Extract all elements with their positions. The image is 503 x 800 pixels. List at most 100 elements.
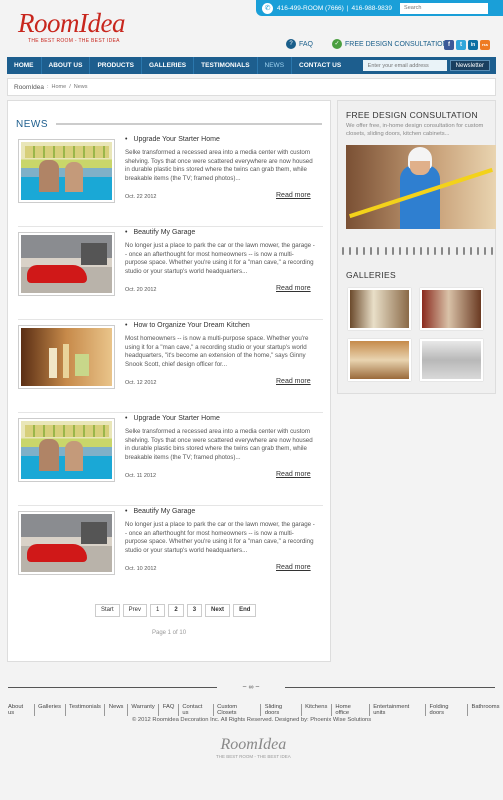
news-excerpt: No longer just a place to park the car o… bbox=[125, 521, 315, 554]
news-title[interactable]: Upgrade Your Starter Home bbox=[125, 415, 219, 422]
news-thumbnail[interactable] bbox=[18, 511, 115, 575]
logo[interactable]: RoomIdea THE BEST ROOM - THE BEST IDEA bbox=[18, 10, 125, 45]
consultation-heading: FREE DESIGN CONSULTATION bbox=[346, 110, 478, 120]
pagination: Start Prev 1 2 3 Next End bbox=[95, 604, 257, 617]
footer-link[interactable]: Bathrooms bbox=[468, 704, 503, 716]
news-item: How to Organize Your Dream Kitchen Most … bbox=[18, 320, 323, 413]
news-date: Oct. 10 2012 bbox=[125, 566, 157, 572]
faq-label: FAQ bbox=[299, 40, 314, 48]
footer-link[interactable]: Contact us bbox=[179, 704, 214, 716]
page-start-button[interactable]: Start bbox=[95, 604, 120, 617]
news-excerpt: Selke transformed a recessed area into a… bbox=[125, 149, 313, 182]
footer-link[interactable]: Sliding doors bbox=[261, 704, 302, 716]
page-prev-button[interactable]: Prev bbox=[122, 604, 148, 617]
ornament-divider: ~ ∞ ~ bbox=[217, 683, 285, 692]
phone-icon: ✆ bbox=[262, 2, 273, 14]
consultation-label: FREE DESIGN CONSULTATION bbox=[345, 40, 448, 48]
read-more-link[interactable]: Read more bbox=[276, 285, 311, 292]
gallery-thumbnail[interactable] bbox=[420, 288, 483, 330]
title-divider bbox=[56, 123, 322, 125]
footer-link[interactable]: Warranty bbox=[128, 704, 160, 716]
top-contact-bar: ✆ 416-499-ROOM (7666) | 416-988-9839 bbox=[256, 0, 503, 16]
news-item: Upgrade Your Starter Home Selke transfor… bbox=[18, 413, 323, 506]
page-end-button[interactable]: End bbox=[233, 604, 257, 617]
news-thumbnail[interactable] bbox=[18, 232, 115, 296]
news-date: Oct. 12 2012 bbox=[125, 380, 157, 386]
newsletter-button[interactable]: Newsletter bbox=[449, 60, 490, 71]
phone-number-2: 416-988-9839 bbox=[351, 4, 393, 12]
page-3-button[interactable]: 3 bbox=[186, 604, 203, 617]
nav-about-us[interactable]: ABOUT US bbox=[42, 57, 91, 74]
news-title[interactable]: Beautify My Garage bbox=[125, 508, 195, 515]
galleries-heading: GALLERIES bbox=[346, 270, 396, 280]
nav-testimonials[interactable]: TESTIMONIALS bbox=[194, 57, 258, 74]
news-item: Beautify My Garage No longer just a plac… bbox=[18, 227, 323, 320]
nav-news[interactable]: NEWS bbox=[258, 57, 293, 74]
nav-galleries[interactable]: GALLERIES bbox=[142, 57, 195, 74]
nav-home[interactable]: HOME bbox=[7, 57, 42, 74]
breadcrumb-current: News bbox=[73, 84, 88, 90]
news-title[interactable]: Upgrade Your Starter Home bbox=[125, 136, 219, 143]
news-title[interactable]: How to Organize Your Dream Kitchen bbox=[125, 322, 249, 329]
footer-link[interactable]: Kitchens bbox=[302, 704, 332, 716]
nav-contact-us[interactable]: CONTACT US bbox=[292, 57, 348, 74]
twitter-icon[interactable]: t bbox=[456, 40, 466, 50]
news-thumbnail[interactable] bbox=[18, 418, 115, 482]
breadcrumb-site[interactable]: RoomIdea bbox=[14, 84, 44, 91]
main-nav: HOME ABOUT US PRODUCTS GALLERIES TESTIMO… bbox=[7, 57, 496, 74]
news-excerpt: Most homeowners -- is now a multi-purpos… bbox=[125, 335, 309, 368]
news-date: Oct. 11 2012 bbox=[125, 473, 157, 479]
facebook-icon[interactable]: f bbox=[444, 40, 454, 50]
breadcrumb-separator: : bbox=[47, 84, 49, 90]
consultation-text: We offer free, in-home design consultati… bbox=[346, 123, 484, 137]
page-next-button[interactable]: Next bbox=[205, 604, 231, 617]
footer-link[interactable]: Galleries bbox=[35, 704, 66, 716]
footer-logo-tagline: THE BEST ROOM - THE BEST IDEA bbox=[216, 754, 291, 759]
footer-link[interactable]: About us bbox=[8, 704, 35, 716]
read-more-link[interactable]: Read more bbox=[276, 564, 311, 571]
footer-link[interactable]: Testimonials bbox=[66, 704, 106, 716]
consultation-link[interactable]: ✓ FREE DESIGN CONSULTATION bbox=[332, 39, 448, 49]
page-info: Page 1 of 10 bbox=[152, 630, 187, 636]
faq-link[interactable]: ? FAQ bbox=[286, 39, 313, 49]
news-date: Oct. 20 2012 bbox=[125, 287, 157, 293]
news-excerpt: No longer just a place to park the car o… bbox=[125, 242, 315, 275]
social-links: f t in rss bbox=[444, 40, 490, 50]
footer-logo-title: RoomIdea bbox=[220, 736, 287, 753]
read-more-link[interactable]: Read more bbox=[276, 378, 311, 385]
news-thumbnail[interactable] bbox=[18, 139, 115, 203]
news-title[interactable]: Beautify My Garage bbox=[125, 229, 195, 236]
footer-link[interactable]: Home office bbox=[332, 704, 370, 716]
read-more-link[interactable]: Read more bbox=[276, 192, 311, 199]
page-title: NEWS bbox=[16, 119, 48, 130]
news-panel: NEWS Upgrade Your Starter Home Selke tra… bbox=[7, 100, 331, 662]
footer-link[interactable]: Custom Closets bbox=[214, 704, 262, 716]
footer-logo[interactable]: RoomIdea THE BEST ROOM - THE BEST IDEA bbox=[216, 736, 291, 759]
gallery-thumbnail[interactable] bbox=[420, 339, 483, 381]
nav-products[interactable]: PRODUCTS bbox=[90, 57, 142, 74]
consultation-image[interactable] bbox=[346, 145, 496, 229]
phone-separator: | bbox=[346, 4, 349, 12]
footer-link[interactable]: FAQ bbox=[159, 704, 179, 716]
news-thumbnail[interactable] bbox=[18, 325, 115, 389]
question-icon: ? bbox=[286, 39, 296, 49]
gallery-thumbnail[interactable] bbox=[348, 339, 411, 381]
logo-tagline: THE BEST ROOM - THE BEST IDEA bbox=[28, 38, 120, 44]
gallery-thumbnail[interactable] bbox=[348, 288, 411, 330]
newsletter-email-input[interactable] bbox=[362, 60, 447, 71]
page-1-button[interactable]: 1 bbox=[150, 604, 166, 617]
news-item: Beautify My Garage No longer just a plac… bbox=[18, 506, 323, 599]
breadcrumb-separator: / bbox=[69, 84, 71, 90]
page-2-button[interactable]: 2 bbox=[168, 604, 184, 617]
footer-link[interactable]: News bbox=[105, 704, 128, 716]
news-excerpt: Selke transformed a recessed area into a… bbox=[125, 428, 313, 461]
linkedin-icon[interactable]: in bbox=[468, 40, 478, 50]
footer-link[interactable]: Entertainment units bbox=[370, 704, 426, 716]
breadcrumb-home[interactable]: Home bbox=[52, 84, 67, 90]
read-more-link[interactable]: Read more bbox=[276, 471, 311, 478]
footer-link[interactable]: Folding doors bbox=[426, 704, 468, 716]
search-input[interactable] bbox=[400, 2, 489, 14]
rss-icon[interactable]: rss bbox=[480, 40, 490, 50]
phone-number-1: 416-499-ROOM (7666) bbox=[277, 4, 344, 12]
spiral-divider bbox=[342, 247, 493, 255]
